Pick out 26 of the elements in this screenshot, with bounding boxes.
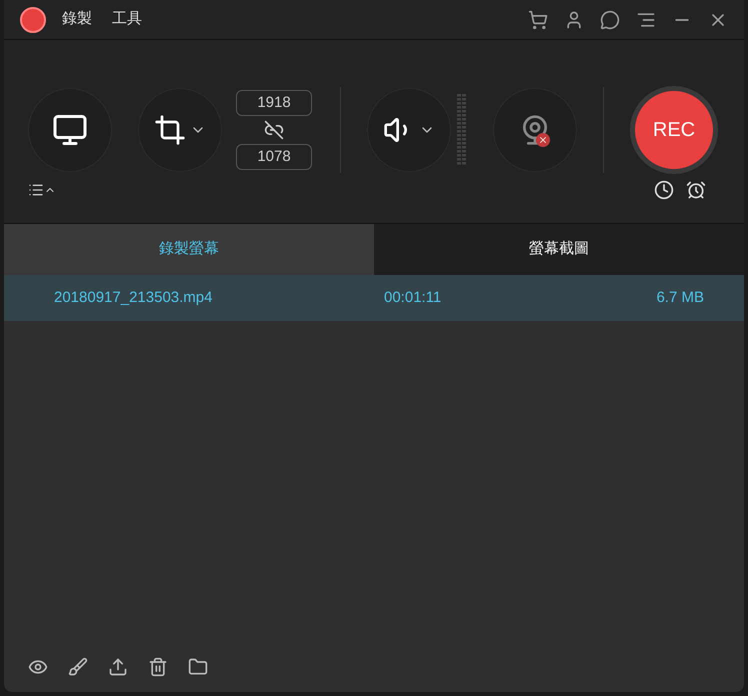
file-row[interactable]: 20180917_213503.mp4 00:01:11 6.7 MB [4, 275, 744, 321]
cart-icon[interactable] [528, 10, 548, 30]
file-size: 6.7 MB [655, 288, 704, 308]
trash-icon[interactable] [148, 657, 168, 677]
unlink-icon[interactable] [264, 120, 284, 140]
chat-icon[interactable] [600, 10, 620, 30]
schedule-icon[interactable] [654, 180, 674, 200]
menu-item[interactable]: 工具 [112, 8, 142, 31]
volume-meter-drawing [457, 94, 467, 166]
app-logo-icon [20, 6, 46, 32]
brush-icon[interactable] [68, 657, 88, 677]
tab[interactable]: 錄製螢幕 [4, 224, 374, 275]
file-name: 20180917_213503.mp4 [54, 288, 214, 308]
list-toggle-icon[interactable] [28, 182, 56, 198]
folder-icon[interactable] [188, 657, 208, 677]
record-button[interactable]: REC [630, 86, 718, 174]
monitor-icon [52, 112, 88, 148]
menu-item[interactable]: 錄製 [62, 8, 92, 31]
tab[interactable]: 螢幕截圖 [374, 224, 744, 275]
width-field[interactable]: 1918 [236, 90, 312, 116]
disabled-icon [536, 133, 550, 147]
alarm-clock-icon[interactable] [686, 180, 706, 200]
file-duration: 00:01:11 [384, 288, 442, 308]
upload-icon[interactable] [108, 657, 128, 677]
crop-icon [154, 114, 186, 146]
height-field[interactable]: 1078 [236, 144, 312, 170]
